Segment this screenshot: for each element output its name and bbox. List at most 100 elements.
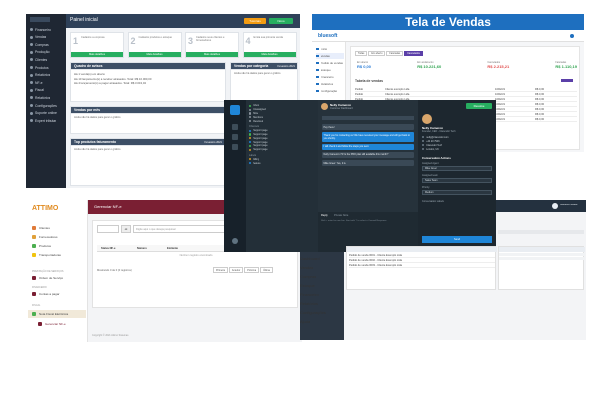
pager-button[interactable]: Próxima — [244, 267, 260, 273]
sidebar-item[interactable]: Produção — [30, 49, 64, 56]
user-label[interactable]: Gerenciar Vendas — [560, 204, 584, 206]
pager-button[interactable]: Primeira — [213, 267, 228, 273]
assigned-team-select[interactable]: Sales Team — [422, 178, 492, 183]
resolve-button[interactable]: Resolve — [466, 103, 492, 109]
sidebar-item[interactable]: Expert tributar — [30, 117, 64, 124]
sidebar-item[interactable]: Compras — [30, 41, 64, 48]
reply-tab[interactable]: Reply — [321, 214, 328, 217]
summary-title: Quadro de avisos — [71, 63, 225, 70]
reports-icon[interactable] — [232, 144, 238, 150]
onboarding-step[interactable]: 4 Emita sua primeira venda Mais detalhes — [242, 32, 297, 58]
sidebar-item-nfe[interactable]: Nota Fiscal Eletrônica — [32, 310, 68, 317]
onboarding-step[interactable]: 3 Cadastre seus clientes e fornecedores Ma… — [185, 32, 239, 58]
sidebar-item[interactable]: Dashboard — [300, 256, 320, 261]
sidebar-item-payables[interactable]: Contas a pagar — [32, 290, 60, 297]
sidebar-item[interactable]: Clientes — [32, 224, 50, 231]
send-button[interactable]: Send — [422, 236, 492, 243]
top-products-period[interactable]: Fevereiro 2021 — [205, 141, 222, 144]
sidebar-item-service-order[interactable]: Ordem de Serviço — [32, 274, 63, 281]
step-details-button[interactable]: Mais detalhes — [186, 52, 238, 57]
pager-button[interactable]: Anterior — [228, 267, 244, 273]
sidebar-item[interactable]: Ajuda — [300, 319, 310, 324]
contact-role: Founder, CEO - Clarendor Tech — [422, 130, 456, 133]
sidebar-item[interactable]: Relatórios — [30, 94, 64, 101]
onboarding-step[interactable]: 1 Cadastre a empresa Mais detalhes — [70, 32, 124, 58]
step-details-button[interactable]: Mais detalhes — [71, 52, 123, 57]
assigned-agent-select[interactable]: Mike Greer — [422, 166, 492, 171]
sidebar-item[interactable]: Configurações — [30, 102, 64, 109]
sidebar-item[interactable]: Suporte online — [30, 110, 64, 117]
onboarding-step[interactable]: 2 Cadastre produtos e estoque Mais detalhe… — [127, 32, 182, 58]
sidebar-item-label: Clientes — [35, 57, 48, 62]
sidebar-item[interactable]: Estoque — [300, 283, 315, 288]
nav-item[interactable]: Resolved — [249, 119, 319, 123]
sidebar-item[interactable]: Início — [316, 46, 327, 52]
step-text: Cadastre seus clientes e fornecedores — [196, 36, 225, 43]
sidebar-item[interactable]: Relatórios — [30, 72, 64, 79]
reply-input[interactable]: Shift + enter for new line. Start with '… — [321, 220, 415, 223]
filter-tab[interactable]: Todas — [355, 51, 368, 56]
tutorial-button[interactable]: Tutoriais — [244, 18, 266, 24]
table-cell: R$ 0,00 — [535, 92, 545, 96]
sidebar-item[interactable]: Configuração — [316, 88, 337, 94]
sidebar-item[interactable]: Compras — [300, 274, 316, 279]
sidebar-item[interactable]: Fiscal — [30, 87, 64, 94]
search-icon[interactable] — [97, 225, 119, 233]
col-issuer[interactable]: Emitente — [167, 247, 217, 250]
sidebar-item[interactable]: Transportadoras — [32, 251, 61, 258]
filter-tab[interactable]: Faturadas — [386, 51, 404, 56]
sidebar-item[interactable]: Configurações — [300, 310, 326, 315]
channel-item[interactable]: Support page — [249, 148, 319, 152]
sidebar-item[interactable]: Financeiro — [30, 26, 64, 33]
sidebar-item[interactable]: Pedido de vendas — [316, 60, 343, 66]
app-logo — [230, 105, 240, 115]
step-details-button[interactable]: Mais detalhes — [128, 52, 181, 57]
new-button[interactable]: Novo — [269, 18, 293, 24]
search-go-button[interactable]: ok — [121, 225, 131, 233]
summary-line: Há 4 lançamento(s) a pagar atrasados. To… — [74, 81, 146, 86]
table-row[interactable]: Pedido de venda 0003 - Cliente Exemplo L… — [349, 263, 495, 268]
sidebar-item[interactable]: Fornecedores — [32, 233, 58, 240]
sidebar-item[interactable]: Vendas — [300, 265, 313, 270]
sidebar-item[interactable]: Financeiro — [316, 74, 334, 80]
category-title: Vendas por categoria — [234, 64, 269, 68]
conversation-actions[interactable]: Conversation Actions — [422, 156, 451, 160]
section-label: PRESTAÇÃO DE SERVIÇOS — [32, 270, 64, 273]
sidebar-item[interactable]: Relatórios — [300, 301, 318, 306]
sidebar-item[interactable]: Clientes — [30, 56, 64, 63]
filter-tab[interactable]: Em aberto — [368, 51, 386, 56]
sales-month-card: Vendas por mês Ainda não há dados para g… — [70, 106, 226, 134]
avatar[interactable] — [570, 34, 574, 38]
contacts-icon[interactable] — [232, 134, 238, 140]
attimo-sidebar: ATTIMO Clientes Fornecedores Produtos Trans… — [26, 200, 88, 342]
sales-header: Tela de Vendas — [312, 14, 584, 30]
label-item[interactable]: feature — [249, 161, 319, 165]
category-period[interactable]: Fevereiro 2021 — [278, 65, 295, 68]
sidebar-item[interactable]: Vendas — [30, 34, 64, 41]
filter-tab[interactable]: Cancelados — [404, 51, 423, 56]
step-details-button[interactable]: Mais detalhes — [243, 52, 296, 57]
sidebar-item[interactable]: Financeiro — [300, 292, 319, 297]
sidebar-item[interactable]: NF-e — [30, 79, 64, 86]
menu-icon — [30, 50, 33, 54]
note-tab[interactable]: Private Note — [334, 214, 348, 217]
sidebar-item-label: Início — [320, 47, 328, 51]
pager-button[interactable]: Última — [260, 267, 273, 273]
col-number[interactable]: Número — [137, 247, 167, 250]
avatar[interactable] — [232, 238, 238, 244]
sidebar-item[interactable]: Produtos — [32, 242, 51, 249]
chat-icon[interactable] — [232, 124, 238, 130]
sidebar-item[interactable]: Estoque — [316, 67, 331, 73]
table-actions[interactable] — [561, 79, 573, 82]
step-text: Cadastre a empresa — [81, 36, 105, 39]
user-icon[interactable] — [552, 203, 558, 209]
sidebar-item-manage-nfe[interactable]: Gerenciar NF-e — [38, 320, 66, 327]
category-empty: Ainda não há dados para gerar o gráfico — [234, 72, 281, 75]
col-status[interactable]: Status NF-e — [97, 247, 137, 250]
sidebar-item-label: Produtos — [39, 243, 52, 248]
sidebar-item[interactable]: Vendas — [316, 53, 344, 59]
sidebar-item[interactable]: Produtos — [30, 64, 64, 71]
priority-select[interactable]: Medium — [422, 190, 492, 195]
sidebar-item[interactable]: Relatórios — [316, 81, 333, 87]
status-dot — [249, 140, 252, 144]
